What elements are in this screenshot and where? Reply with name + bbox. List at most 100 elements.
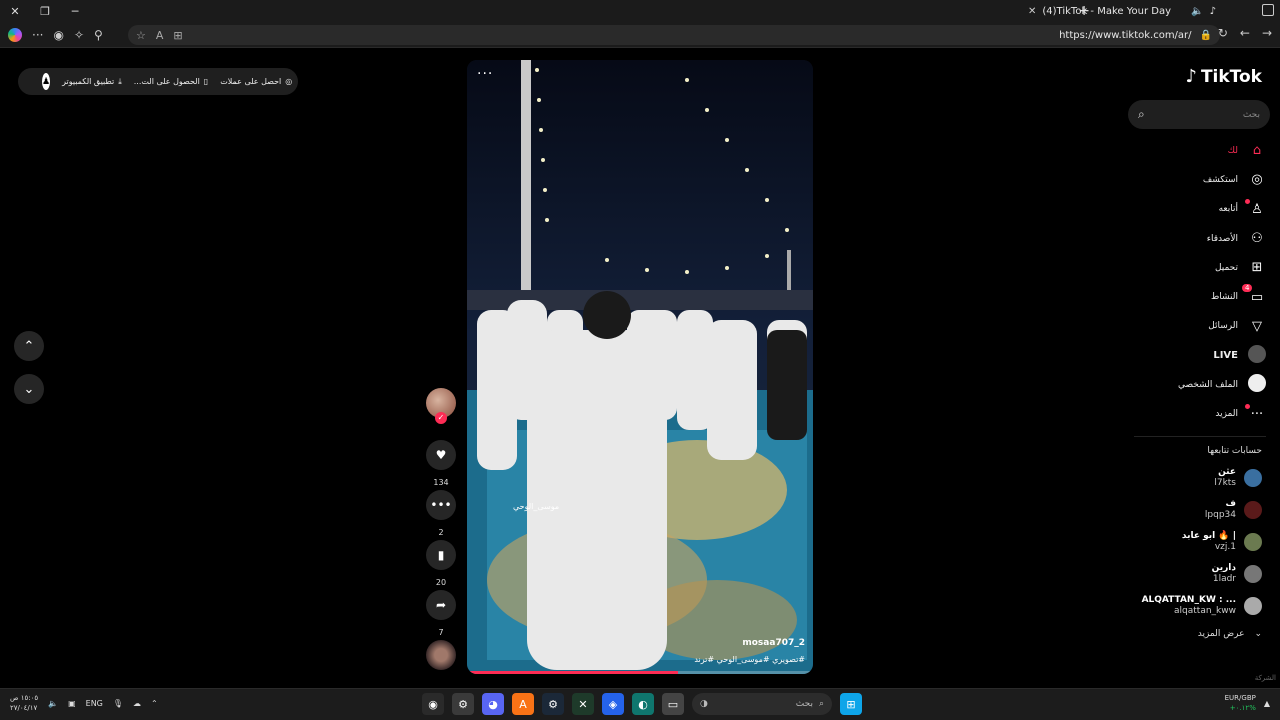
address-bar[interactable]: ☆ A ⊞ https://www.tiktok.com/ar/ 🔒	[128, 25, 1220, 45]
like-button[interactable]: ♥	[426, 440, 456, 470]
start-icon[interactable]: ⊞	[840, 693, 862, 715]
search-input[interactable]: بحث ⌕	[1128, 100, 1270, 129]
following-account[interactable]: ALQATTAN_KW : ... alqattan_kww	[1102, 590, 1262, 622]
creator-avatar[interactable]: ✓	[426, 388, 456, 424]
language-indicator[interactable]: ENG	[86, 699, 103, 708]
video-progress-bar[interactable]	[467, 671, 813, 674]
get-app-link[interactable]: ▯ الحصول على الت...	[134, 77, 208, 86]
video-author[interactable]: mosaa707_2	[742, 638, 805, 648]
app-profile-icon[interactable]: ◉	[422, 693, 444, 715]
tiktok-note-icon: ♪	[1185, 66, 1197, 87]
taskbar-search[interactable]: ⌕ بحث ◑	[692, 693, 832, 715]
show-more-button[interactable]: عرض المزيد ⌄	[1102, 622, 1262, 646]
taskbar-apps: ◉ ⚙ ◕ A ⚙ ✕ ◈ ◐ ▭ ⌕ بحث ◑ ⊞	[422, 693, 862, 715]
account-avatar	[1244, 469, 1262, 487]
comment-button[interactable]: •••	[426, 490, 456, 520]
next-video-button[interactable]: ⌄	[14, 374, 44, 404]
browser-tab[interactable]: ✕ (4)TikTok - Make Your Day 🔈 ♪	[1022, 2, 1222, 20]
activity-badge: 4	[1242, 283, 1253, 292]
nav-profile[interactable]: الملف الشخصي	[1126, 370, 1266, 399]
excel-icon[interactable]: ✕	[572, 693, 594, 715]
more-icon: ···	[1245, 403, 1266, 422]
user-follow-icon: ♙	[1245, 198, 1266, 217]
speaker-icon[interactable]: 🔈	[1191, 6, 1203, 17]
minimize-window-icon[interactable]: ─	[60, 0, 90, 22]
refresh-icon[interactable]: ↻	[1218, 26, 1228, 40]
app-a-icon[interactable]: A	[512, 693, 534, 715]
following-account[interactable]: ابو عابد 🔥 | vzj.1	[1102, 526, 1262, 558]
following-title: حسابات تتابعها	[1207, 446, 1262, 456]
video-frame	[467, 60, 813, 674]
extensions-icon[interactable]: ⚲	[94, 28, 103, 42]
restore-window-icon[interactable]: ❐	[30, 0, 60, 22]
nav-explore[interactable]: استكشف ◎	[1126, 165, 1266, 194]
nav-activity[interactable]: النشاط ▭ 4	[1126, 282, 1266, 311]
search-icon[interactable]: ⌕	[1138, 107, 1145, 122]
follow-check-icon[interactable]: ✓	[435, 412, 447, 424]
tiktok-logo[interactable]: ♪ TikTok	[1185, 66, 1262, 87]
profile-avatar-icon	[1248, 374, 1266, 393]
site-info-icon[interactable]: 🔒	[1200, 30, 1212, 41]
show-hidden-icons[interactable]: ⌃	[151, 699, 158, 708]
nav-more[interactable]: المزيد ···	[1126, 400, 1266, 429]
sidebar-toggle-icon[interactable]	[1262, 4, 1274, 16]
video-more-icon[interactable]: ···	[477, 66, 493, 82]
microphone-icon[interactable]: 🎙	[113, 699, 123, 708]
music-disc-icon[interactable]	[426, 640, 456, 670]
previous-video-button[interactable]: ⌃	[14, 331, 44, 361]
video-player[interactable]: ··· موسى_الوحي mosaa707_2 #تصويري #موسى_…	[467, 60, 813, 674]
video-caption[interactable]: #تصويري #موسى_الوحي #ترند	[694, 655, 805, 664]
clock[interactable]: ١٥:٠٥ ص ٢٧/٠٤/١٧	[10, 693, 38, 713]
currency-widget[interactable]: EUR/GBP +٠.١٢%	[1225, 693, 1256, 713]
save-button[interactable]: ▮	[426, 540, 456, 570]
file-explorer-icon[interactable]: ▭	[662, 693, 684, 715]
tiktok-favicon-icon: ♪	[1209, 5, 1216, 17]
read-aloud-icon[interactable]: A	[156, 29, 164, 42]
network-icon[interactable]: ▣	[68, 699, 76, 708]
sidebar-divider	[1134, 436, 1266, 437]
add-favorite-icon[interactable]: ☆	[136, 29, 146, 42]
settings-icon[interactable]: ⚙	[452, 693, 474, 715]
share-button[interactable]: ➦	[426, 590, 456, 620]
nav-for-you[interactable]: لك ⌂	[1126, 136, 1266, 165]
split-screen-icon[interactable]: ⊞	[173, 29, 182, 42]
nav-following[interactable]: أتابعه ♙	[1126, 195, 1266, 224]
steam-icon[interactable]: ⚙	[542, 693, 564, 715]
following-account[interactable]: دارين 1ladr	[1102, 558, 1262, 590]
following-account[interactable]: ف lpqp34	[1102, 494, 1262, 526]
video-progress-fill	[467, 671, 679, 674]
share-icon: ➦	[435, 598, 447, 612]
app-blue-icon[interactable]: ◈	[602, 693, 624, 715]
edge-icon[interactable]: ◐	[632, 693, 654, 715]
back-icon[interactable]: ←	[1240, 26, 1250, 40]
company-link[interactable]: الشركة	[1255, 674, 1276, 682]
nav-live[interactable]: LIVE	[1126, 341, 1266, 370]
tab-close-icon[interactable]: ✕	[1028, 6, 1036, 17]
more-options-icon[interactable]: ···	[32, 28, 43, 42]
tab-title: (4)TikTok - Make Your Day	[1042, 5, 1172, 17]
desktop-app-link[interactable]: ⤓ تطبيق الكمبيوتر	[62, 77, 122, 87]
chevron-down-icon: ⌄	[1254, 629, 1262, 639]
following-accounts: حسابات تتابعها عثن l7kts ف lpqp34 ابو عابد…	[1102, 446, 1262, 646]
widget-icon[interactable]: ▲	[1264, 699, 1270, 708]
promo-bar: ◎ احصل على عملات ▯ الحصول على الت... ⤓ ت…	[18, 68, 298, 95]
profile-icon[interactable]: ◉	[53, 28, 63, 42]
account-avatar	[1244, 501, 1262, 519]
user-avatar[interactable]: ♟	[42, 73, 51, 90]
nav-friends[interactable]: الأصدقاء ⚇	[1126, 224, 1266, 253]
friends-icon: ⚇	[1251, 231, 1263, 247]
forward-icon[interactable]: →	[1262, 26, 1272, 40]
onedrive-icon[interactable]: ☁	[133, 699, 141, 708]
following-account[interactable]: عثن l7kts	[1102, 462, 1262, 494]
close-window-icon[interactable]: ✕	[0, 0, 30, 22]
volume-icon[interactable]: 🔈	[48, 699, 58, 708]
tiktok-page: ◎ احصل على عملات ▯ الحصول على الت... ⤓ ت…	[0, 48, 1280, 688]
copilot-icon[interactable]	[8, 27, 22, 42]
video-actions: ✓ ♥ 134 ••• 2 ▮ 20 ➦ 7	[424, 388, 458, 670]
nav-upload[interactable]: تحميل ⊞	[1126, 253, 1266, 282]
discord-icon[interactable]: ◕	[482, 693, 504, 715]
favorites-icon[interactable]: ✧	[74, 28, 84, 42]
nav-messages[interactable]: الرسائل ▽	[1126, 312, 1266, 341]
search-placeholder: بحث	[1242, 109, 1260, 120]
get-coins-link[interactable]: ◎ احصل على عملات	[220, 77, 292, 86]
